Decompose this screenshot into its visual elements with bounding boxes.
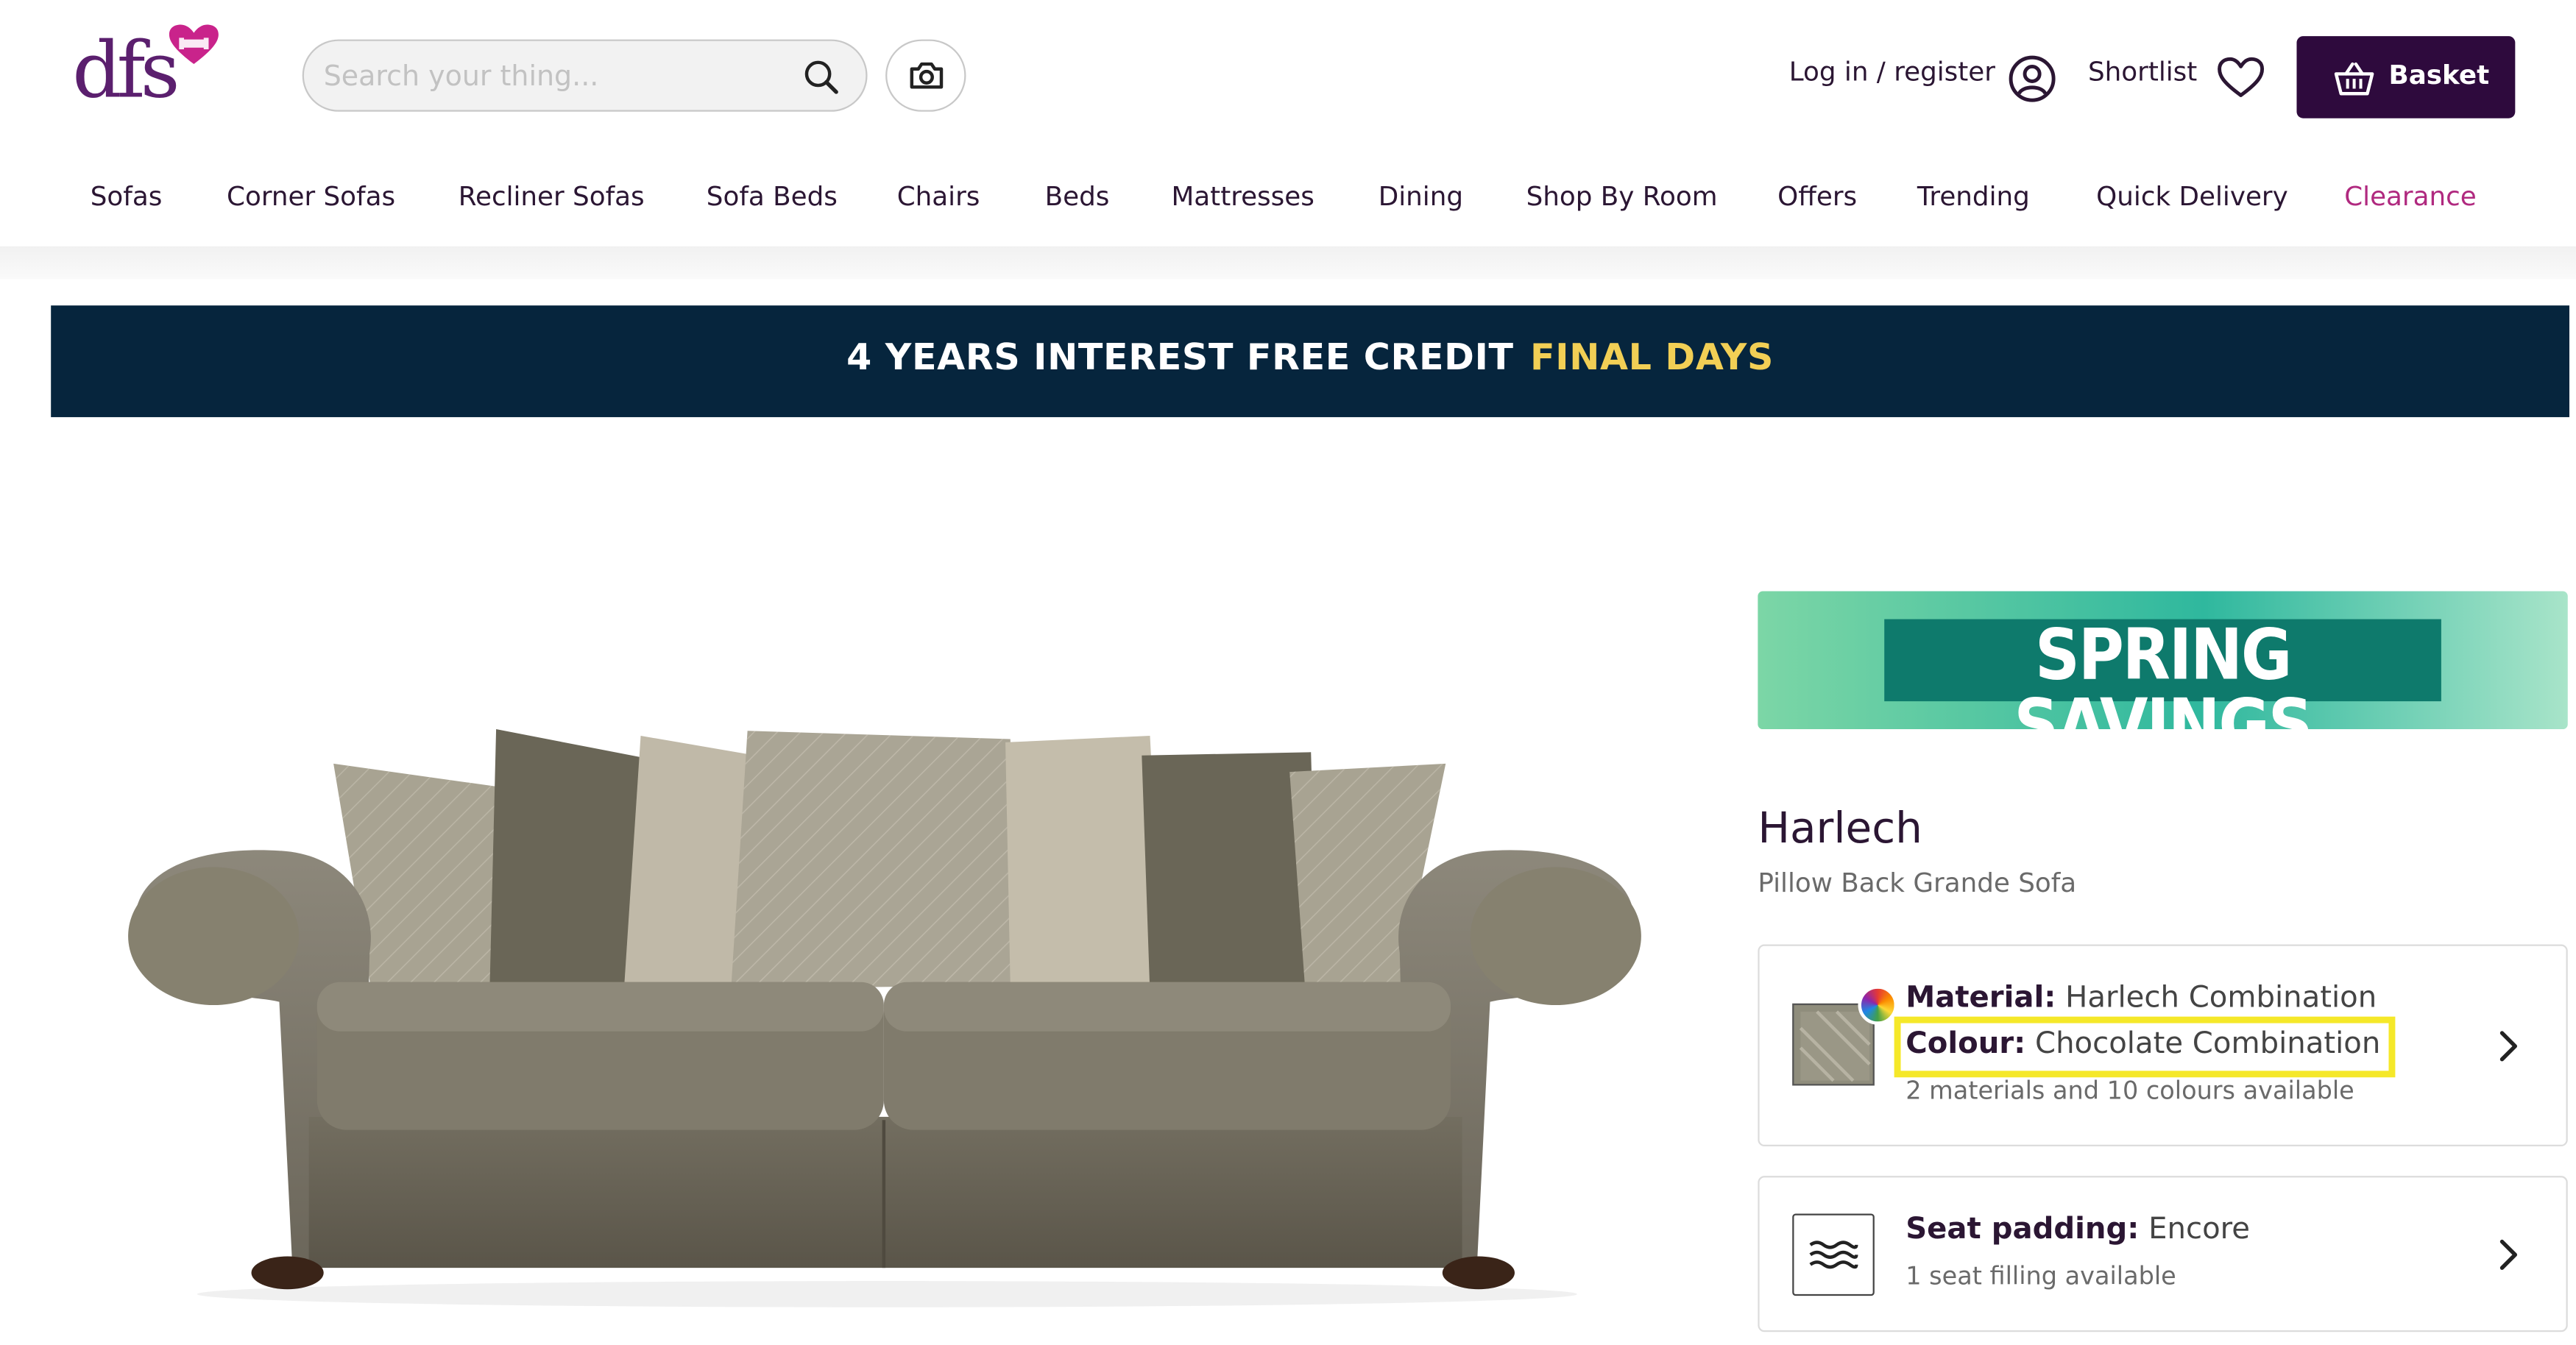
main-navigation: Sofas Corner Sofas Recliner Sofas Sofa B…	[0, 181, 2576, 230]
colour-wheel-icon	[1858, 985, 1898, 1025]
basket-label: Basket	[2388, 59, 2490, 91]
nav-item-dining[interactable]: Dining	[1379, 181, 1463, 212]
seat-padding-value: Encore	[2148, 1212, 2251, 1247]
nav-item-sofa-beds[interactable]: Sofa Beds	[707, 181, 838, 212]
material-label: Material:	[1906, 980, 2056, 1015]
seat-padding-icon	[1792, 1213, 1875, 1296]
nav-item-beds[interactable]: Beds	[1045, 181, 1110, 212]
seat-availability: 1 seat filling available	[1906, 1261, 2176, 1291]
header-divider	[0, 246, 2576, 280]
banner-highlight-text: FINAL DAYS	[1530, 338, 1774, 380]
product-name: Harlech	[1758, 804, 1922, 854]
nav-item-corner-sofas[interactable]: Corner Sofas	[227, 181, 395, 212]
nav-item-clearance[interactable]: Clearance	[2344, 181, 2477, 212]
material-value: Harlech Combination	[2065, 980, 2377, 1015]
product-subtitle: Pillow Back Grande Sofa	[1758, 867, 2077, 898]
search-box[interactable]	[302, 39, 868, 114]
shortlist-link[interactable]: Shortlist	[2088, 56, 2197, 87]
camera-search-button[interactable]	[885, 39, 966, 112]
chevron-right-icon[interactable]	[2497, 1237, 2520, 1273]
nav-item-offers[interactable]: Offers	[1777, 181, 1857, 212]
banner-text: 4 YEARS INTEREST FREE CREDIT FINAL DAYS	[51, 338, 2569, 380]
promo-label-bg: SPRING SAVINGS	[1884, 619, 2441, 729]
nav-item-sofas[interactable]: Sofas	[91, 181, 163, 212]
spring-savings-promo[interactable]: SPRING SAVINGS	[1758, 591, 2568, 730]
colour-highlight-box	[1894, 1016, 2396, 1078]
credit-banner[interactable]: 4 YEARS INTEREST FREE CREDIT FINAL DAYS	[51, 305, 2570, 417]
product-image[interactable]	[99, 689, 1676, 1313]
nav-item-mattresses[interactable]: Mattresses	[1171, 181, 1314, 212]
heart-sofa-logo-icon	[169, 24, 219, 65]
user-icon[interactable]	[2008, 54, 2057, 104]
camera-icon	[910, 62, 944, 89]
nav-item-chairs[interactable]: Chairs	[897, 181, 980, 212]
material-line: Material: Harlech Combination	[1906, 981, 2377, 1015]
nav-item-recliner-sofas[interactable]: Recliner Sofas	[459, 181, 645, 212]
seat-padding-label: Seat padding:	[1906, 1212, 2140, 1247]
basket-icon	[2334, 62, 2374, 96]
nav-item-trending[interactable]: Trending	[1917, 181, 2030, 212]
seat-padding-selector[interactable]: Seat padding: Encore 1 seat filling avai…	[1758, 1176, 2568, 1332]
search-icon[interactable]	[803, 59, 839, 95]
chevron-right-icon[interactable]	[2497, 1028, 2520, 1064]
search-input[interactable]	[320, 40, 788, 114]
login-register-link[interactable]: Log in / register	[1789, 56, 1995, 87]
nav-item-shop-by-room[interactable]: Shop By Room	[1526, 181, 1718, 212]
dfs-logo[interactable]: dfs	[66, 23, 230, 124]
nav-item-quick-delivery[interactable]: Quick Delivery	[2096, 181, 2288, 212]
material-colour-selector[interactable]: Material: Harlech Combination Colour: Ch…	[1758, 944, 2568, 1147]
basket-button[interactable]: Basket	[2296, 36, 2516, 118]
heart-icon[interactable]	[2216, 56, 2265, 100]
banner-main-text: 4 YEARS INTEREST FREE CREDIT	[846, 338, 1514, 380]
logo-text: dfs	[72, 26, 180, 117]
promo-text: SPRING SAVINGS	[2014, 614, 2313, 730]
seat-padding-line: Seat padding: Encore	[1906, 1212, 2250, 1246]
material-availability: 2 materials and 10 colours available	[1906, 1076, 2354, 1106]
